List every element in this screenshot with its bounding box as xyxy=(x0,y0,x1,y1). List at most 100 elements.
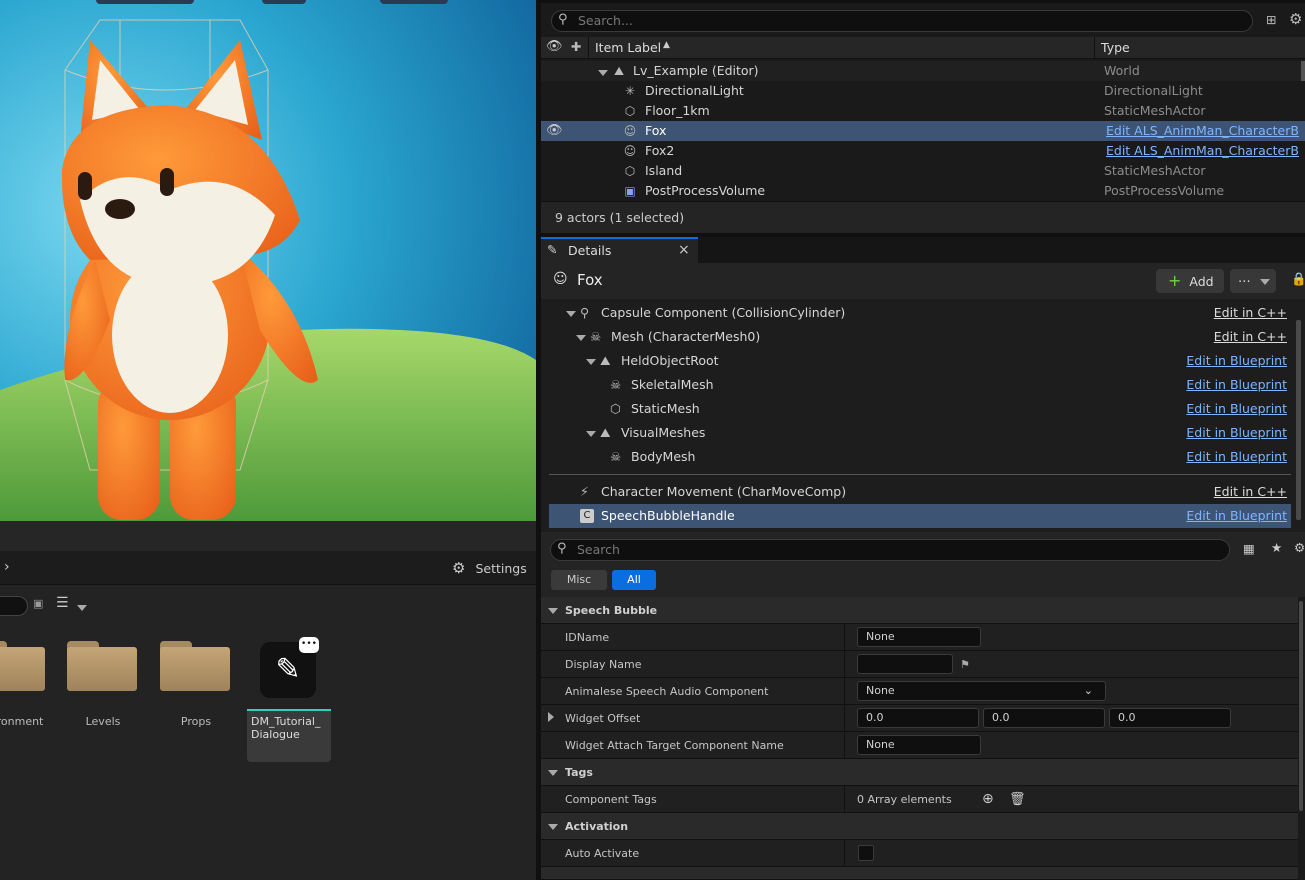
details-tabbar: ✎ Details × xyxy=(541,237,1305,263)
edit-cpp-link[interactable]: Edit in C++ xyxy=(1214,301,1287,325)
viewport-toolbar-group[interactable] xyxy=(262,0,306,4)
component-bodymesh[interactable]: ☠ BodyMesh Edit in Blueprint xyxy=(549,445,1291,469)
edit-blueprint-link[interactable]: Edit in Blueprint xyxy=(1186,445,1287,469)
edit-blueprint-link[interactable]: Edit in Blueprint xyxy=(1186,504,1287,528)
component-capsule[interactable]: ⚲ Capsule Component (CollisionCylinder) … xyxy=(549,301,1291,325)
edit-blueprint-link[interactable]: Edit in Blueprint xyxy=(1186,421,1287,445)
path-search-input[interactable] xyxy=(0,596,28,616)
level-viewport[interactable] xyxy=(0,0,536,521)
edit-blueprint-link[interactable]: Edit ALS_AnimMan_CharacterBP_ xyxy=(1106,141,1299,161)
edit-blueprint-link[interactable]: Edit in Blueprint xyxy=(1186,397,1287,421)
outliner-scrollbar[interactable] xyxy=(1301,61,1305,81)
folder-levels[interactable] xyxy=(67,641,137,691)
section-activation[interactable]: Activation xyxy=(541,813,1298,840)
settings-button[interactable]: ⚙ Settings xyxy=(452,559,527,577)
viewport-toolbar-group[interactable] xyxy=(380,0,448,4)
outliner-row-fox[interactable]: 👁 ☺ Fox Edit ALS_AnimMan_CharacterBP_ xyxy=(541,121,1305,141)
property-scrollbar-thumb[interactable] xyxy=(1299,601,1303,811)
outliner-row-directionallight[interactable]: ✳ DirectionalLight DirectionalLight xyxy=(541,81,1305,101)
flag-icon[interactable]: ⚑ xyxy=(960,651,970,678)
edit-cpp-link[interactable]: Edit in C++ xyxy=(1214,325,1287,349)
outliner-row-island[interactable]: ⬡ Island StaticMeshActor xyxy=(541,161,1305,181)
component-charmove[interactable]: ⚡ Character Movement (CharMoveComp) Edit… xyxy=(549,480,1291,504)
column-type[interactable]: Type xyxy=(1101,40,1130,55)
animalese-select[interactable]: None ⌄ xyxy=(857,681,1106,701)
filter-misc-button[interactable]: Misc xyxy=(551,570,607,590)
outliner-row-world[interactable]: ⛰ Lv_Example (Editor) World xyxy=(541,61,1305,81)
edit-blueprint-link[interactable]: Edit in Blueprint xyxy=(1186,373,1287,397)
pencil-icon: ✎ xyxy=(547,242,558,257)
prop-component-tags: Component Tags 0 Array elements ⊕ 🗑 xyxy=(541,786,1298,813)
add-folder-icon[interactable]: ⊞ xyxy=(1266,12,1276,27)
offset-x-field[interactable]: 0.0 xyxy=(857,708,979,728)
row-name: Fox xyxy=(645,123,667,138)
display-name-field[interactable] xyxy=(857,654,953,674)
component-name: BodyMesh xyxy=(631,449,696,464)
prop-label: Animalese Speech Audio Component xyxy=(565,685,769,698)
world-outliner: ⚲ Search... ⊞ ⚙ 👁 ✚ Item Label ▲ Type ⛰ … xyxy=(541,0,1305,233)
close-icon[interactable]: × xyxy=(678,242,690,258)
static-mesh-icon: ⬡ xyxy=(624,164,636,178)
outliner-search-input[interactable]: ⚲ Search... xyxy=(551,10,1253,32)
component-visualmeshes[interactable]: ⛰ VisualMeshes Edit in Blueprint xyxy=(549,421,1291,445)
component-speechbubblehandle[interactable]: C SpeechBubbleHandle Edit in Blueprint xyxy=(549,504,1291,528)
skeleton-icon: ☠ xyxy=(610,449,622,464)
asset-tile-dialogue[interactable]: ✎ ••• DM_Tutorial_ Dialogue xyxy=(247,629,331,762)
column-item-label[interactable]: Item Label xyxy=(595,40,661,55)
offset-z-field[interactable]: 0.0 xyxy=(1109,708,1231,728)
component-heldobjectroot[interactable]: ⛰ HeldObjectRoot Edit in Blueprint xyxy=(549,349,1291,373)
component-name: SpeechBubbleHandle xyxy=(601,508,735,523)
row-type: StaticMeshActor xyxy=(1104,103,1206,118)
table-view-icon[interactable]: ▦ xyxy=(1243,541,1255,556)
eye-icon[interactable]: 👁 xyxy=(546,39,563,54)
outliner-row-fox2[interactable]: ☺ Fox2 Edit ALS_AnimMan_CharacterBP_ xyxy=(541,141,1305,161)
idname-field[interactable]: None xyxy=(857,627,981,647)
outliner-row-floor[interactable]: ⬡ Floor_1km StaticMeshActor xyxy=(541,101,1305,121)
prop-label: Display Name xyxy=(565,658,642,671)
filter-icon[interactable]: ☰ xyxy=(56,595,69,611)
blueprint-options-button[interactable]: ⋯ xyxy=(1230,269,1276,293)
property-scrollbar-track[interactable] xyxy=(1298,597,1305,880)
offset-y-field[interactable]: 0.0 xyxy=(983,708,1105,728)
lock-icon[interactable]: 🔒 xyxy=(1291,271,1305,287)
component-staticmesh[interactable]: ⬡ StaticMesh Edit in Blueprint xyxy=(549,397,1291,421)
component-tree-scrollbar[interactable] xyxy=(1296,320,1301,520)
trash-icon[interactable]: 🗑 xyxy=(1009,786,1026,813)
add-element-icon[interactable]: ⊕ xyxy=(982,786,994,813)
eye-icon[interactable]: 👁 xyxy=(546,121,563,141)
prop-idname: IDName None xyxy=(541,624,1298,651)
chevron-right-icon[interactable]: › xyxy=(4,559,10,575)
viewport-toolbar-group[interactable] xyxy=(96,0,194,4)
folder-props[interactable] xyxy=(160,641,230,691)
chevron-down-icon: ⌄ xyxy=(1083,684,1093,697)
filter-all-button[interactable]: All xyxy=(612,570,656,590)
add-component-button[interactable]: + Add xyxy=(1156,269,1224,293)
outliner-row-postprocess[interactable]: ▣ PostProcessVolume PostProcessVolume xyxy=(541,181,1305,201)
component-mesh[interactable]: ☠ Mesh (CharacterMesh0) Edit in C++ xyxy=(549,325,1291,349)
attach-target-field[interactable]: None xyxy=(857,735,981,755)
pin-icon[interactable]: ✚ xyxy=(571,39,581,54)
folder-environment[interactable] xyxy=(0,641,45,691)
prop-label: Component Tags xyxy=(565,793,657,806)
section-tags[interactable]: Tags xyxy=(541,759,1298,786)
row-name: Fox2 xyxy=(645,143,675,158)
property-search-input[interactable]: ⚲ Search xyxy=(550,539,1230,561)
row-name: Island xyxy=(645,163,683,178)
asset-label: DM_Tutorial_ Dialogue xyxy=(251,715,321,741)
prop-display-name: Display Name ⚑ xyxy=(541,651,1298,678)
gear-icon[interactable]: ⚙ xyxy=(1294,540,1305,555)
component-name: SkeletalMesh xyxy=(631,377,714,392)
edit-blueprint-link[interactable]: Edit in Blueprint xyxy=(1186,349,1287,373)
auto-activate-checkbox[interactable] xyxy=(858,845,874,861)
row-name: DirectionalLight xyxy=(645,83,744,98)
gear-icon[interactable]: ⚙ xyxy=(1289,10,1302,28)
section-speech-bubble[interactable]: Speech Bubble xyxy=(541,597,1298,624)
component-skeletalmesh[interactable]: ☠ SkeletalMesh Edit in Blueprint xyxy=(549,373,1291,397)
save-icon[interactable]: ▣ xyxy=(33,597,43,610)
chevron-down-icon[interactable] xyxy=(77,599,87,614)
edit-cpp-link[interactable]: Edit in C++ xyxy=(1214,480,1287,504)
edit-blueprint-link[interactable]: Edit ALS_AnimMan_CharacterBP_ xyxy=(1106,121,1299,141)
tab-details[interactable]: ✎ Details × xyxy=(541,237,698,263)
section-cooking[interactable] xyxy=(541,867,1298,880)
star-icon[interactable]: ★ xyxy=(1271,540,1282,555)
